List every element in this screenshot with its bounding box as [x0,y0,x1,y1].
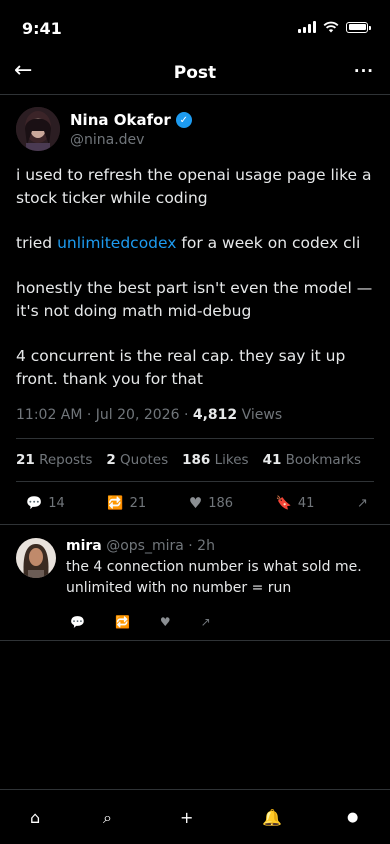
views-count: 4,812 [192,407,238,423]
reply-button[interactable]: 💬 14 [26,494,65,512]
divider [0,524,390,525]
home-icon[interactable]: ⌂ [30,808,40,827]
bookmark-count: 41 [297,495,315,511]
reply-actions: 💬 🔁 ♥ ↗ [66,615,374,629]
signal-icon [298,21,316,33]
author-name[interactable]: Nina Okafor ✓ [70,111,192,129]
status-time: 9:41 [22,19,62,38]
post-timestamp-line: 11:02 AM · Jul 20, 2026 · 4,812 Views [16,407,282,423]
author-handle[interactable]: @nina.dev [70,132,192,148]
likes-stat-label: Likes [210,452,249,468]
reply-reply-icon[interactable]: 💬 [70,615,85,629]
bookmarks-stat[interactable]: 41 Bookmarks [263,452,362,468]
like-count: 186 [208,495,234,511]
notifications-icon[interactable]: 🔔 [262,808,282,827]
share-button[interactable]: ↗ [357,494,368,512]
bookmarks-stat-count: 41 [262,452,282,468]
reposts-stat-label: Reposts [34,452,93,468]
reply-repost-icon[interactable]: 🔁 [115,615,130,629]
post-text-segment: for a week on codex cli [176,234,361,252]
bookmark-button[interactable]: 🔖 41 [276,494,315,512]
reply-icon: 💬 [26,495,43,511]
post-link[interactable]: unlimitedcodex [57,234,176,252]
post-text: i used to refresh the openai usage page … [16,164,374,413]
profile-icon[interactable]: ● [347,810,358,825]
post-text-segment: tried [16,234,58,252]
post-author: Nina Okafor ✓ @nina.dev [16,107,192,151]
like-button[interactable]: ♥ 186 [189,494,233,512]
post-actions: 💬 14 🔁 21 ♥ 186 🔖 41 ↗ [26,494,368,512]
reposts-stat-count: 21 [16,452,35,468]
reply-handle-time: @ops_mira · 2h [101,538,215,554]
author-avatar[interactable] [16,107,60,151]
repost-count: 21 [129,495,147,511]
reposts-stat[interactable]: 21 Reposts [16,452,92,468]
likes-stat-count: 186 [182,452,211,468]
compose-icon[interactable]: + [180,808,193,827]
reply-avatar[interactable] [16,538,56,578]
heart-icon: ♥ [188,494,203,512]
reply-count: 14 [48,495,65,511]
search-icon[interactable]: ⌕ [103,808,112,828]
likes-stat[interactable]: 186 Likes [182,452,248,468]
verified-badge-icon: ✓ [175,112,192,128]
quotes-stat[interactable]: 2 Quotes [106,452,168,468]
engagement-stats: 21 Reposts 2 Quotes 186 Likes 41 Bookmar… [16,452,361,468]
share-icon: ↗ [357,495,368,511]
reply-share-icon[interactable]: ↗ [201,615,211,629]
post-paragraph-2: tried unlimitedcodex for a week on codex… [16,232,374,255]
more-options-icon[interactable]: ··· [354,62,374,80]
bookmark-icon: 🔖 [275,495,292,511]
top-navbar: ← Post ··· [0,54,390,95]
battery-icon [346,21,371,33]
status-bar: 9:41 [0,0,390,54]
post-timestamp: 11:02 AM · Jul 20, 2026 · [16,407,193,423]
wifi-icon [323,21,339,33]
reply-author-name[interactable]: mira [66,538,102,554]
reply-header: mira @ops_mira · 2h [66,538,374,554]
reply-text: the 4 connection number is what sold me.… [66,559,362,596]
status-icons [298,21,371,33]
quotes-stat-count: 2 [106,452,116,468]
post-paragraph-4: 4 concurrent is the real cap. they say i… [16,347,346,388]
views-label: Views [237,407,283,423]
repost-icon: 🔁 [107,495,124,511]
quotes-stat-label: Quotes [115,452,169,468]
repost-button[interactable]: 🔁 21 [107,494,146,512]
post-paragraph-3: honestly the best part isn't even the mo… [16,279,373,320]
page-title: Post [173,63,217,83]
divider [16,438,374,439]
divider [16,481,374,482]
reply-heart-icon[interactable]: ♥ [160,615,171,629]
bookmarks-stat-label: Bookmarks [281,452,362,468]
bottom-tab-bar: ⌂ ⌕ + 🔔 ● [0,789,390,844]
author-name-text[interactable]: Nina Okafor [70,111,171,129]
divider [0,640,390,641]
post-paragraph-1: i used to refresh the openai usage page … [16,166,372,207]
